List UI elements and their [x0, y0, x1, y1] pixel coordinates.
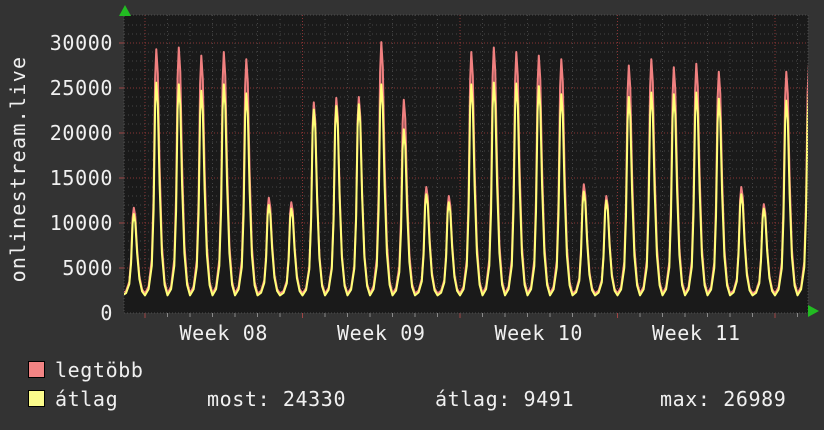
graph-window: onlinestream.live 0 5000 10000 15000 20000 25…	[0, 0, 824, 430]
y-axis-label: 10000	[49, 211, 113, 235]
y-axis-label: 0	[100, 301, 113, 325]
y-axis-label: 5000	[62, 256, 113, 280]
stat-max: max: 26989	[660, 387, 786, 411]
stat-most: most: 24330	[207, 387, 346, 411]
stat-atlag: átlag: 9491	[435, 387, 574, 411]
up-arrow-icon	[119, 5, 131, 16]
x-week-label: Week 09	[337, 321, 426, 345]
legend-swatch-legtobb	[28, 361, 45, 378]
right-arrow-icon	[808, 305, 819, 317]
y-axis-label: 25000	[49, 76, 113, 100]
x-week-label: Week 11	[652, 321, 741, 345]
y-axis-label: 20000	[49, 121, 113, 145]
stat-atlag-value: 9491	[523, 387, 575, 411]
legend-label-atlag: átlag	[55, 387, 119, 411]
stat-most-value: 24330	[282, 387, 347, 411]
y-axis-label: 30000	[49, 31, 113, 55]
stat-max-label: max:	[660, 387, 711, 411]
x-week-label: Week 10	[494, 321, 583, 345]
x-week-label: Week 08	[179, 321, 268, 345]
y-axis-label: 15000	[49, 166, 113, 190]
legend-label-legtobb: legtöbb	[55, 358, 144, 382]
legend-swatch-atlag	[28, 390, 45, 407]
stat-most-label: most:	[207, 387, 271, 411]
stat-max-value: 26989	[723, 387, 787, 411]
stat-atlag-label: átlag:	[435, 387, 511, 411]
